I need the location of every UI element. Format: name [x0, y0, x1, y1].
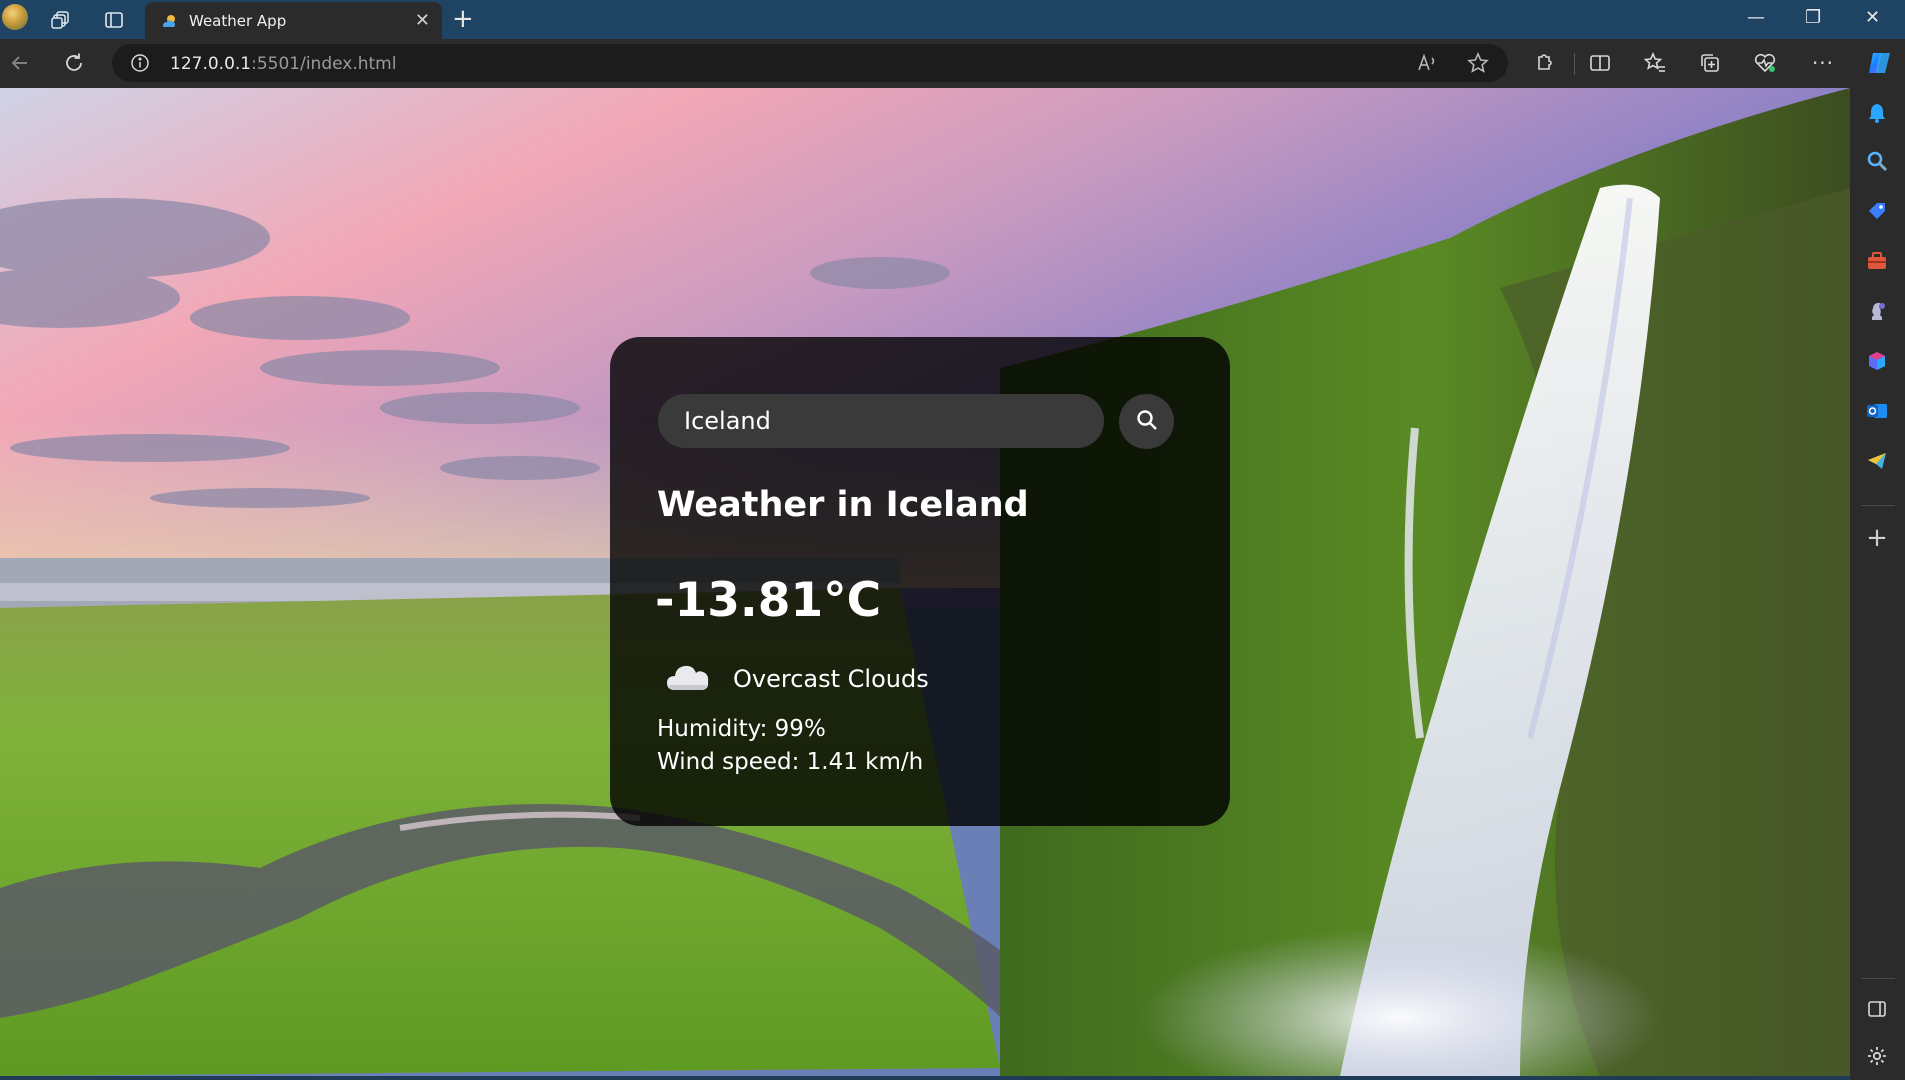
city-title: Weather in Iceland — [657, 485, 1029, 525]
outlook-icon[interactable] — [1864, 398, 1890, 424]
humidity-text: Humidity: 99% — [657, 716, 826, 742]
add-icon[interactable]: + — [1864, 523, 1890, 553]
address-bar[interactable]: 127.0.0.1:5501/index.html — [112, 44, 1508, 82]
split-screen-icon[interactable] — [1587, 50, 1613, 76]
page-viewport: Weather in Iceland -13.81°C Overcast Clo… — [0, 88, 1850, 1076]
office-icon[interactable] — [1864, 348, 1890, 374]
more-icon[interactable]: ··· — [1810, 50, 1836, 76]
url-path: :5501/index.html — [251, 54, 397, 74]
weather-description: Overcast Clouds — [733, 665, 929, 693]
refresh-icon[interactable] — [61, 50, 87, 76]
weather-favicon-icon — [161, 13, 177, 29]
cloud-icon — [665, 660, 711, 698]
tools-icon[interactable] — [1864, 248, 1890, 274]
window-close-icon[interactable]: ✕ — [1865, 7, 1880, 28]
url-host: 127.0.0.1 — [170, 54, 252, 74]
workspaces-icon[interactable] — [49, 8, 73, 32]
heart-pulse-icon[interactable] — [1752, 50, 1778, 76]
search-icon — [1136, 409, 1158, 434]
telegram-icon[interactable] — [1864, 448, 1890, 474]
url-text[interactable]: 127.0.0.1:5501/index.html — [170, 54, 396, 74]
wind-speed-text: Wind speed: 1.41 km/h — [657, 749, 924, 775]
search-button[interactable] — [1119, 394, 1174, 449]
condition-row: Overcast Clouds — [665, 660, 929, 698]
search-icon[interactable] — [1864, 148, 1890, 174]
info-icon[interactable] — [127, 50, 153, 76]
read-aloud-icon[interactable] — [1414, 50, 1440, 76]
minimize-icon[interactable]: — — [1747, 7, 1765, 28]
sidebar-divider — [1861, 978, 1895, 979]
star-icon[interactable] — [1465, 50, 1491, 76]
toolbar-divider — [1574, 53, 1575, 75]
back-arrow-icon[interactable] — [7, 50, 33, 76]
browser-toolbar: 127.0.0.1:5501/index.html ··· — [0, 39, 1905, 88]
extensions-icon[interactable] — [1531, 50, 1557, 76]
settings-icon[interactable] — [1864, 1043, 1890, 1069]
tab-actions-icon[interactable] — [102, 8, 126, 32]
edge-sidebar: + — [1850, 88, 1905, 1080]
tab-title: Weather App — [189, 11, 287, 30]
search-input[interactable] — [658, 394, 1104, 448]
profile-avatar[interactable] — [2, 4, 28, 30]
sidebar-divider — [1861, 505, 1895, 506]
copilot-icon[interactable] — [1865, 48, 1895, 78]
temperature-value: -13.81°C — [655, 573, 882, 628]
browser-titlebar: Weather App ✕ + — ❐ ✕ — [0, 0, 1905, 39]
favorites-icon[interactable] — [1642, 50, 1668, 76]
games-icon[interactable] — [1864, 298, 1890, 324]
sidebar-toggle-icon[interactable] — [1864, 996, 1890, 1022]
close-tab-icon[interactable]: ✕ — [415, 10, 430, 31]
collections-icon[interactable] — [1697, 50, 1723, 76]
tab-weather-app[interactable]: Weather App ✕ — [145, 2, 442, 39]
weather-card: Weather in Iceland -13.81°C Overcast Clo… — [610, 337, 1230, 826]
bell-icon[interactable] — [1864, 100, 1890, 126]
new-tab-button[interactable]: + — [452, 6, 474, 32]
shopping-tag-icon[interactable] — [1864, 198, 1890, 224]
restore-icon[interactable]: ❐ — [1805, 7, 1821, 28]
